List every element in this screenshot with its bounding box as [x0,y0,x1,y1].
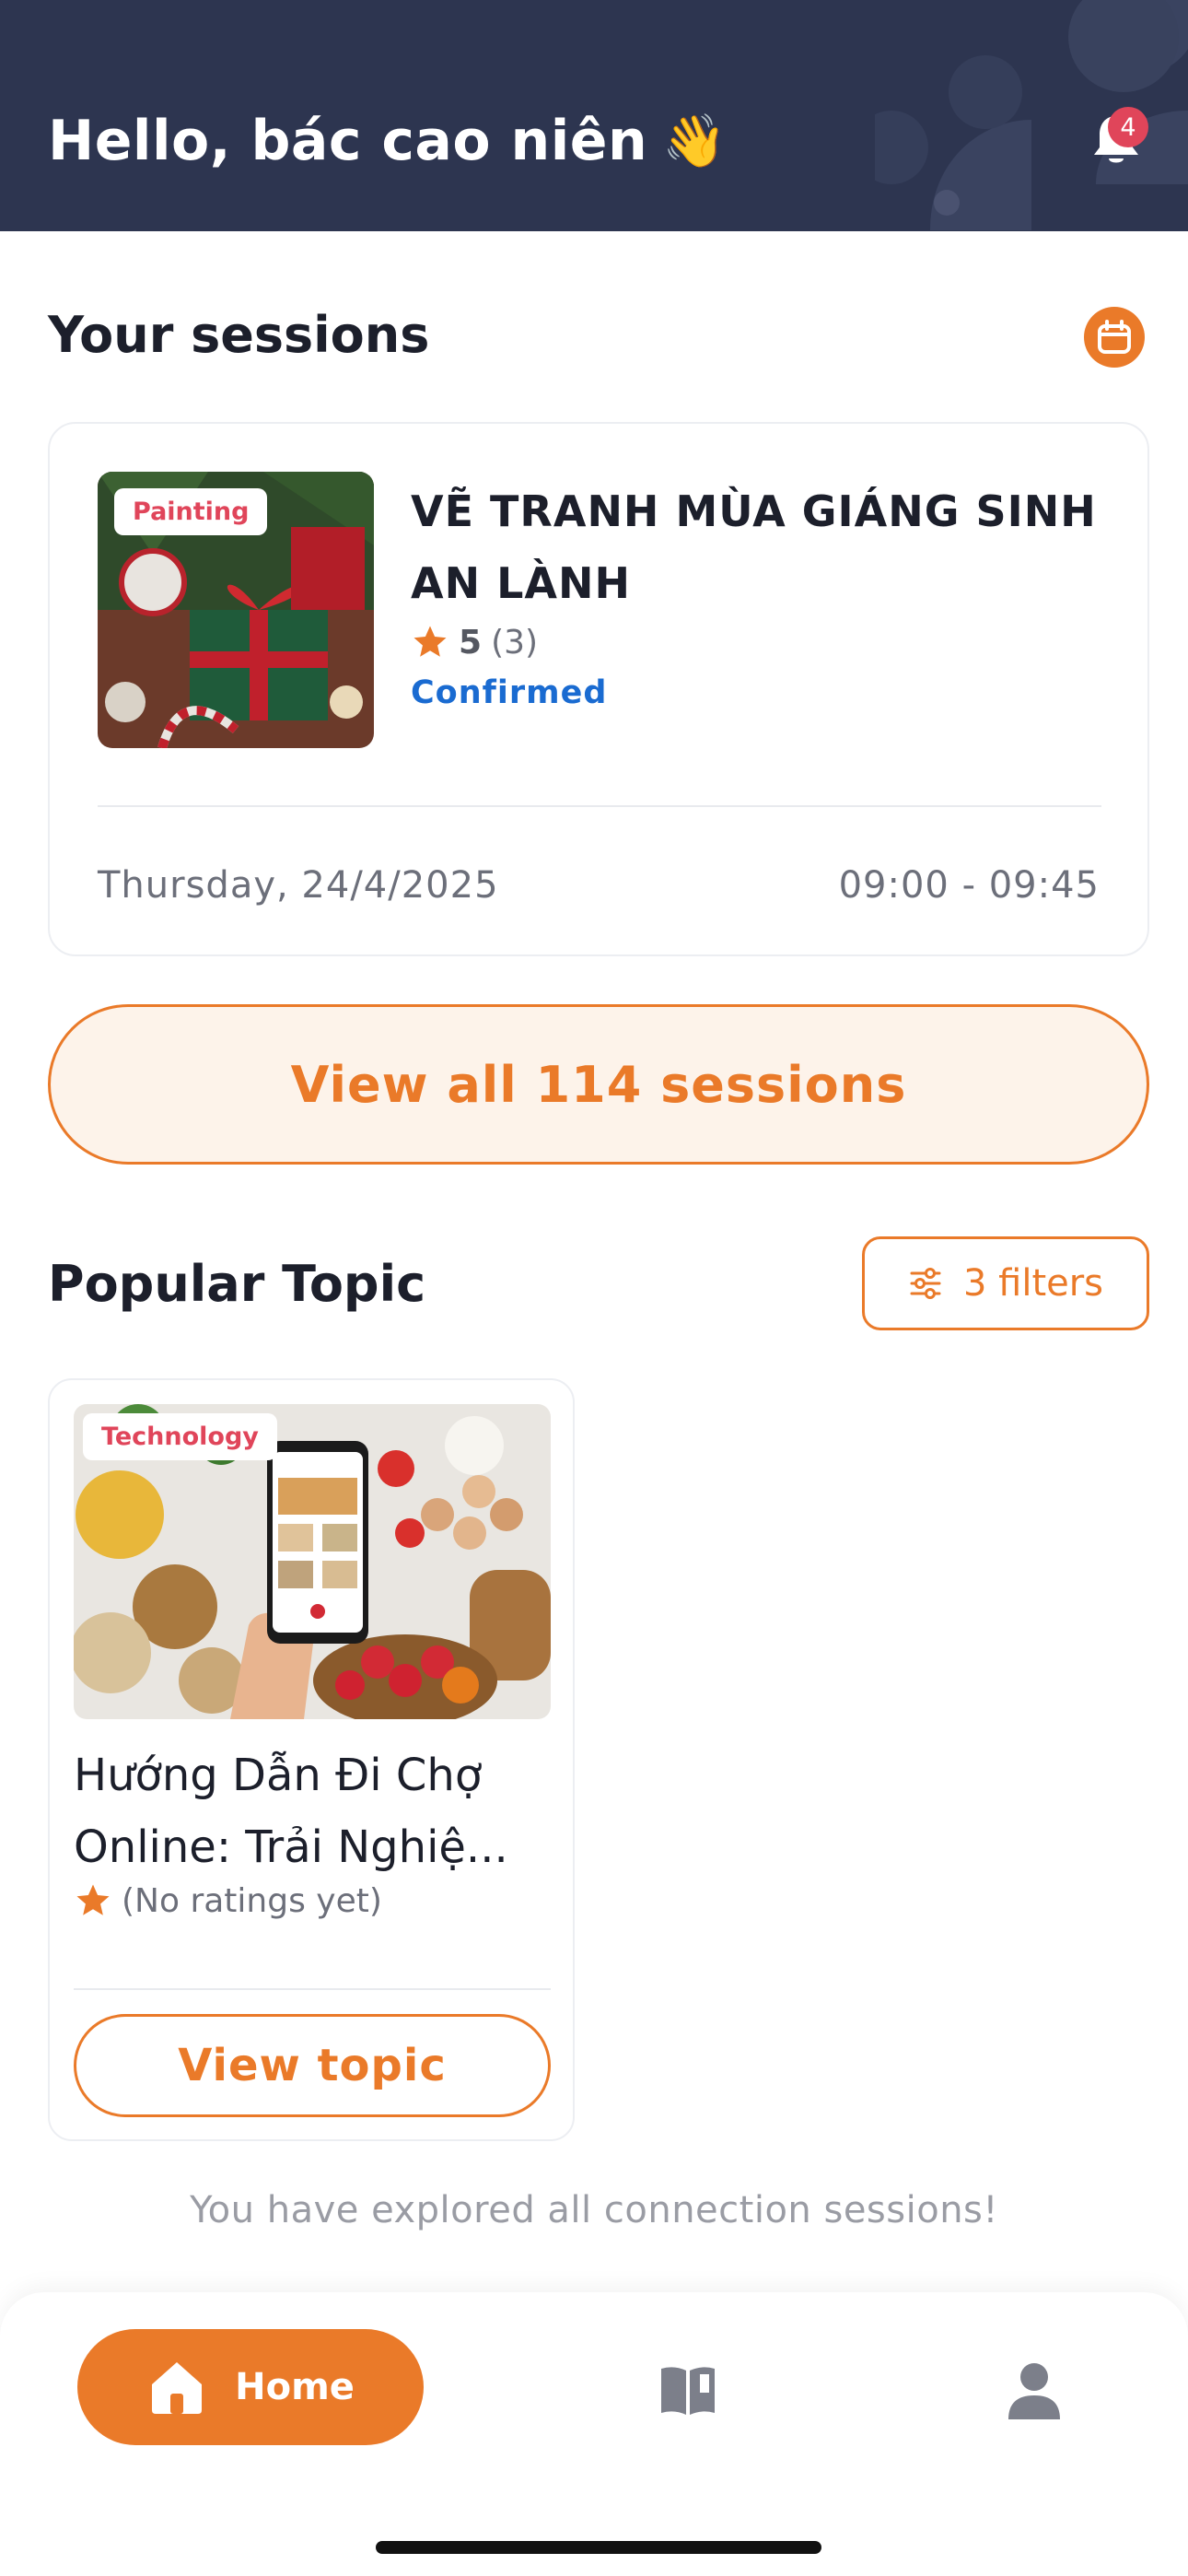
topic-thumbnail: Technology [74,1404,551,1719]
filters-button[interactable]: 3 filters [862,1236,1149,1330]
session-time: 09:00 - 09:45 [838,864,1100,907]
divider [74,1988,551,1990]
wave-emoji: 👋 [662,111,728,171]
bottom-navigation: Home [0,2292,1188,2576]
category-tag: Painting [114,488,268,535]
nav-book-button[interactable] [656,2359,720,2423]
home-icon [152,2362,203,2414]
session-rating: 5 (3) [411,623,538,662]
session-card[interactable]: Painting VẼ TRANH MÙA GIÁNG SINH AN LÀNH… [48,422,1149,956]
rating-count: (3) [491,623,539,662]
nav-profile-button[interactable] [1002,2359,1066,2423]
calendar-button[interactable] [1084,307,1145,368]
notification-badge: 4 [1108,107,1148,147]
greeting-heading: Hello, bác cao niên 👋 [48,109,727,173]
session-date: Thursday, 24/4/2025 [98,864,499,907]
profile-icon [1008,2363,1060,2419]
star-icon [76,1884,110,1915]
nav-home-button[interactable]: Home [77,2329,424,2445]
greeting-text: Hello, bác cao niên [48,109,648,173]
category-tag: Technology [83,1413,277,1460]
popular-topic-title: Popular Topic [48,1255,426,1313]
filters-label: 3 filters [962,1262,1104,1305]
filter-sliders-icon [910,1268,941,1299]
home-indicator [376,2541,821,2554]
book-icon [661,2367,715,2415]
nav-home-label: Home [235,2366,355,2408]
topic-rating: (No ratings yet) [74,1881,382,1920]
status-label: Confirmed [411,674,608,711]
rating-text: (No ratings yet) [122,1881,382,1920]
end-of-list-message: You have explored all connection session… [190,2189,998,2231]
topic-card[interactable]: Technology Hướng Dẫn Đi Chợ Online: Trải… [48,1378,575,2141]
view-topic-button[interactable]: View topic [74,2014,551,2117]
session-title: VẼ TRANH MÙA GIÁNG SINH AN LÀNH [411,486,1097,608]
view-all-sessions-button[interactable]: View all 114 sessions [48,1004,1149,1165]
star-icon [413,626,447,657]
rating-score: 5 [459,623,483,662]
divider [98,805,1101,807]
session-thumbnail: Painting [98,472,374,748]
calendar-icon [1098,320,1131,354]
topic-title: Hướng Dẫn Đi Chợ Online: Trải Nghiệ... [74,1750,508,1873]
sessions-section-title: Your sessions [48,306,430,364]
app-header: Hello, bác cao niên 👋 4 [0,0,1188,231]
